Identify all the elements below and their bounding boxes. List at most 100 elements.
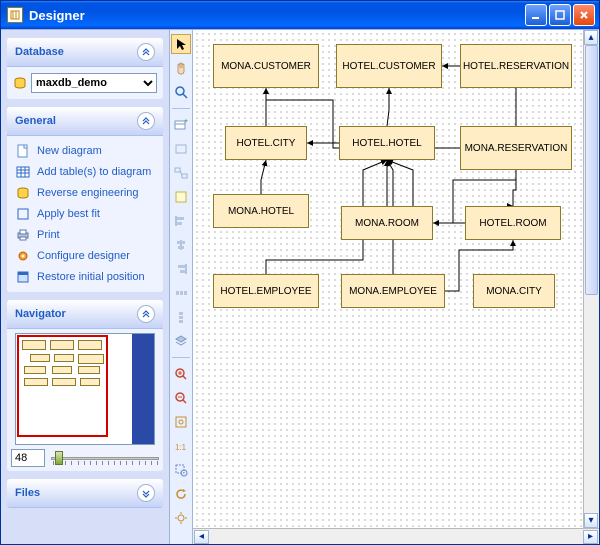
distribute-h-icon[interactable] bbox=[171, 283, 191, 303]
scroll-up-arrow[interactable]: ▴ bbox=[584, 30, 598, 45]
general-action-window-blue[interactable]: Restore initial position bbox=[13, 268, 157, 286]
general-action-gear-orange[interactable]: Configure designer bbox=[13, 247, 157, 265]
minimize-button[interactable] bbox=[525, 4, 547, 26]
horizontal-scrollbar[interactable]: ◂ ▸ bbox=[193, 528, 599, 544]
hand-tool-icon[interactable] bbox=[171, 58, 191, 78]
navigator-offscreen-region bbox=[132, 334, 154, 444]
entity-hotel_employee[interactable]: HOTEL.EMPLOYEE bbox=[213, 274, 319, 308]
nav-mini-entity bbox=[54, 354, 74, 362]
svg-text:+: + bbox=[184, 118, 188, 125]
entity-mona_customer[interactable]: MONA.CUSTOMER bbox=[213, 44, 319, 88]
entity-hotel_city[interactable]: HOTEL.CITY bbox=[225, 126, 307, 160]
scroll-down-arrow[interactable]: ▾ bbox=[584, 513, 598, 528]
nav-mini-entity bbox=[24, 366, 46, 374]
entity-mona_reservation[interactable]: MONA.RESERVATION bbox=[460, 126, 572, 170]
slider-thumb[interactable] bbox=[55, 451, 63, 465]
action-label: Add table(s) to diagram bbox=[37, 166, 151, 178]
vscroll-thumb[interactable] bbox=[585, 45, 598, 295]
scroll-left-arrow[interactable]: ◂ bbox=[194, 530, 209, 544]
gear-orange-icon bbox=[15, 248, 31, 264]
general-panel-header[interactable]: General bbox=[7, 107, 163, 136]
database-select[interactable]: maxdb_demo bbox=[31, 73, 157, 93]
add-relation-icon[interactable] bbox=[171, 163, 191, 183]
zoom-input[interactable] bbox=[11, 449, 45, 467]
entity-mona_city[interactable]: MONA.CITY bbox=[473, 274, 555, 308]
chevron-down-icon bbox=[137, 484, 155, 502]
scroll-right-arrow[interactable]: ▸ bbox=[583, 530, 598, 544]
chevron-up-icon bbox=[137, 112, 155, 130]
vertical-toolbar: +1:1 bbox=[169, 30, 193, 544]
zoom-slider[interactable] bbox=[51, 449, 159, 467]
database-panel-title: Database bbox=[15, 46, 64, 58]
entity-mona_room[interactable]: MONA.ROOM bbox=[341, 206, 433, 240]
toolbar-separator bbox=[172, 357, 190, 358]
refresh-icon[interactable] bbox=[171, 484, 191, 504]
printer-icon bbox=[15, 227, 31, 243]
general-action-db-yellow[interactable]: Reverse engineering bbox=[13, 184, 157, 202]
align-center-icon[interactable] bbox=[171, 235, 191, 255]
entity-mona_employee[interactable]: MONA.EMPLOYEE bbox=[341, 274, 445, 308]
entity-hotel_room[interactable]: HOTEL.ROOM bbox=[465, 206, 561, 240]
layers-icon[interactable] bbox=[171, 331, 191, 351]
nav-mini-entity bbox=[50, 340, 74, 350]
window-blue-icon bbox=[15, 269, 31, 285]
fit-icon bbox=[15, 206, 31, 222]
distribute-v-icon[interactable] bbox=[171, 307, 191, 327]
select-tool-icon[interactable] bbox=[171, 34, 191, 54]
zoom-out-icon[interactable] bbox=[171, 388, 191, 408]
navigator-panel-title: Navigator bbox=[15, 308, 66, 320]
zoom-region-icon[interactable] bbox=[171, 460, 191, 480]
vertical-scrollbar[interactable]: ▴ ▾ bbox=[583, 30, 599, 528]
app-window: Designer Database bbox=[0, 0, 600, 545]
action-label: Reverse engineering bbox=[37, 187, 139, 199]
toolbar-separator bbox=[172, 108, 190, 109]
align-left-icon[interactable] bbox=[171, 211, 191, 231]
chevron-up-icon bbox=[137, 43, 155, 61]
diagram-canvas[interactable]: ▴ ▾ MONA.CUSTOMER HOTEL.CUSTOMER HOTEL.RES… bbox=[193, 30, 599, 528]
navigator-panel-header[interactable]: Navigator bbox=[7, 300, 163, 329]
general-action-list: New diagram Add table(s) to diagram Revers… bbox=[13, 142, 157, 286]
entity-mona_hotel[interactable]: MONA.HOTEL bbox=[213, 194, 309, 228]
action-label: Restore initial position bbox=[37, 271, 145, 283]
add-note-icon[interactable] bbox=[171, 187, 191, 207]
general-action-fit[interactable]: Apply best fit bbox=[13, 205, 157, 223]
general-panel: General New diagram Add table(s) to diagr… bbox=[7, 107, 163, 292]
zoom-tool-icon[interactable] bbox=[171, 82, 191, 102]
page-icon bbox=[15, 143, 31, 159]
navigator-viewport[interactable] bbox=[17, 335, 108, 437]
nav-mini-entity bbox=[30, 354, 50, 362]
add-table-icon[interactable]: + bbox=[171, 115, 191, 135]
database-panel: Database maxdb_demo bbox=[7, 38, 163, 99]
nav-mini-entity bbox=[22, 340, 46, 350]
database-panel-header[interactable]: Database bbox=[7, 38, 163, 67]
canvas-area: ▴ ▾ MONA.CUSTOMER HOTEL.CUSTOMER HOTEL.RES… bbox=[193, 30, 599, 544]
files-panel-title: Files bbox=[15, 487, 40, 499]
general-action-grid[interactable]: Add table(s) to diagram bbox=[13, 163, 157, 181]
svg-text:1:1: 1:1 bbox=[175, 443, 187, 452]
action-label: Configure designer bbox=[37, 250, 130, 262]
close-button[interactable] bbox=[573, 4, 595, 26]
settings-icon[interactable] bbox=[171, 508, 191, 528]
action-label: Print bbox=[37, 229, 60, 241]
nav-mini-entity bbox=[52, 378, 76, 386]
entity-hotel_reservation[interactable]: HOTEL.RESERVATION bbox=[460, 44, 572, 88]
entity-hotel_customer[interactable]: HOTEL.CUSTOMER bbox=[336, 44, 442, 88]
zoom-fit-icon[interactable] bbox=[171, 412, 191, 432]
zoom-in-icon[interactable] bbox=[171, 364, 191, 384]
nav-mini-entity bbox=[78, 354, 104, 364]
general-action-page[interactable]: New diagram bbox=[13, 142, 157, 160]
general-panel-title: General bbox=[15, 115, 56, 127]
action-label: Apply best fit bbox=[37, 208, 100, 220]
align-right-icon[interactable] bbox=[171, 259, 191, 279]
files-panel-header[interactable]: Files bbox=[7, 479, 163, 508]
navigator-panel: Navigator bbox=[7, 300, 163, 471]
add-view-icon[interactable] bbox=[171, 139, 191, 159]
maximize-button[interactable] bbox=[549, 4, 571, 26]
app-icon bbox=[7, 7, 23, 23]
general-action-printer[interactable]: Print bbox=[13, 226, 157, 244]
titlebar[interactable]: Designer bbox=[1, 1, 599, 29]
entity-hotel_hotel[interactable]: HOTEL.HOTEL bbox=[339, 126, 435, 160]
db-yellow-icon bbox=[15, 185, 31, 201]
zoom-100-icon[interactable]: 1:1 bbox=[171, 436, 191, 456]
navigator-preview[interactable] bbox=[15, 333, 155, 445]
